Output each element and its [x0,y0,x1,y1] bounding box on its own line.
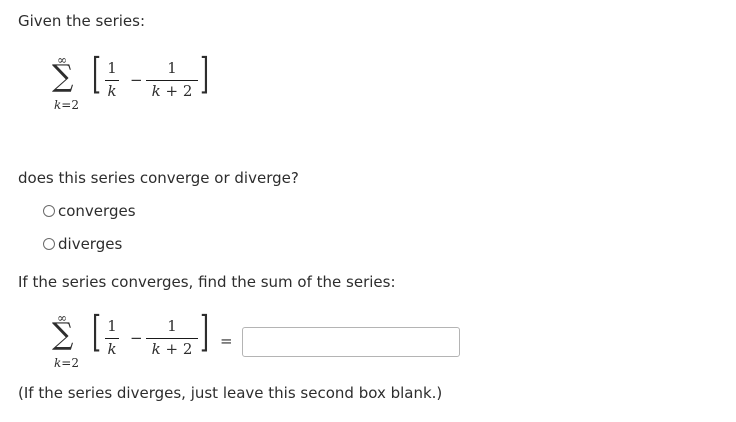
fraction-1-numerator-2: 1 [107,317,117,335]
fraction-2-denominator-2: k + 2 [151,340,193,358]
radio-converges[interactable] [43,205,55,217]
equals-sign: = [220,332,233,350]
sigma-symbol-2: ∑ [52,317,74,352]
radio-diverges[interactable] [43,238,55,250]
fraction-1-bar [105,80,119,81]
question-text: does this series converge or diverge? [18,169,299,187]
right-bracket: ] [200,49,210,98]
option-diverges-label: diverges [58,235,123,253]
fraction-1-denominator-2: k [107,340,117,358]
fraction-1-numerator: 1 [107,59,117,77]
sum-answer-input[interactable] [242,327,460,357]
option-diverges[interactable]: diverges [43,235,122,253]
fraction-2-numerator-2: 1 [167,317,177,335]
fraction-1-bar-2 [105,338,119,339]
footnote-text: (If the series diverges, just leave this… [18,384,443,402]
sum-lower-limit-2: k=2 [54,356,79,370]
sum-prompt-text: If the series converges, find the sum of… [18,273,396,291]
fraction-1-denominator: k [107,82,117,100]
fraction-2-denominator: k + 2 [151,82,193,100]
sigma-symbol: ∑ [52,59,74,94]
minus-sign-2: − [130,329,143,347]
fraction-2-bar-2 [146,338,198,339]
fraction-2-bar [146,80,198,81]
option-converges-label: converges [58,202,136,220]
left-bracket: [ [92,49,102,98]
sum-lower-limit: k=2 [54,98,79,112]
option-converges[interactable]: converges [43,202,136,220]
fraction-2-numerator: 1 [167,59,177,77]
intro-text: Given the series: [18,12,146,30]
left-bracket-2: [ [92,307,102,356]
right-bracket-2: ] [200,307,210,356]
minus-sign: − [130,71,143,89]
